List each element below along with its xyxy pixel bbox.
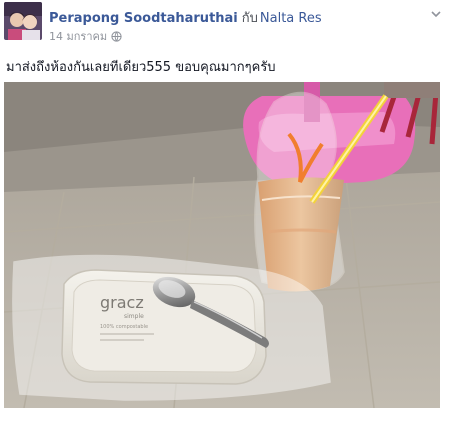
post-timestamp[interactable]: 14 มกราคม bbox=[49, 27, 107, 45]
box-logo-subtext: simple bbox=[124, 313, 144, 320]
chevron-down-icon[interactable] bbox=[428, 6, 444, 22]
post-meta: 14 มกราคม bbox=[49, 27, 122, 45]
with-word: กับ bbox=[241, 11, 258, 26]
box-logo-text: gracz bbox=[100, 293, 144, 312]
author-name-link[interactable]: Perapong Soodtaharuthai bbox=[49, 11, 238, 26]
author-avatar[interactable] bbox=[4, 2, 42, 40]
tagged-user-link[interactable]: Nalta Res bbox=[260, 11, 322, 26]
post-caption: มาส่งถึงห้องกันเลยทีเดียว555 ขอบคุณมากๆค… bbox=[6, 60, 276, 75]
post-photo[interactable]: gracz simple 100% compostable bbox=[4, 82, 440, 408]
globe-icon bbox=[111, 30, 122, 42]
box-small-text: 100% compostable bbox=[100, 324, 148, 330]
feed-post: Perapong Soodtaharuthai กับ Nalta Res 14 ม… bbox=[0, 0, 454, 421]
post-header: Perapong Soodtaharuthai กับ Nalta Res 14 ม… bbox=[4, 2, 450, 45]
author-line: Perapong Soodtaharuthai กับ Nalta Res bbox=[49, 7, 322, 28]
